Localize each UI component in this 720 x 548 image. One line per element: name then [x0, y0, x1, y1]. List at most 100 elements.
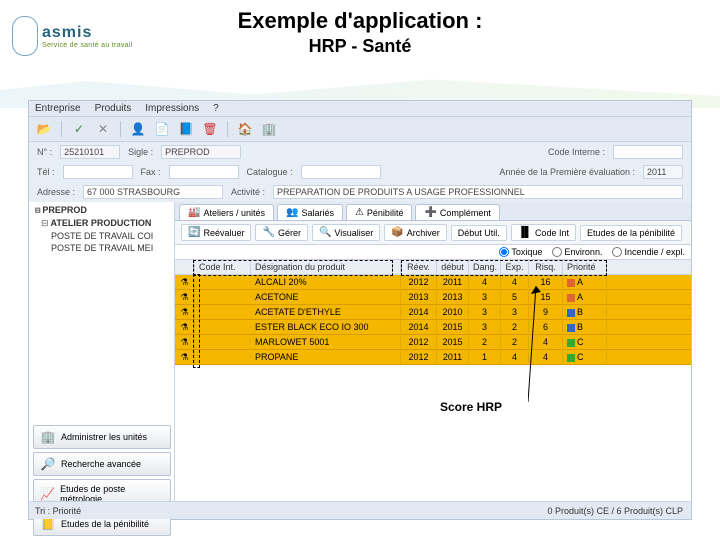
annee-label: Année de la Première évaluation : [499, 167, 635, 177]
col-icon[interactable] [175, 260, 195, 274]
grid-header: Code Int. Désignation du produit Réev. d… [175, 260, 691, 275]
menubar[interactable]: Entreprise Produits Impressions ? [29, 101, 691, 117]
refresh-icon: 🔄 [188, 227, 200, 238]
adresse-label: Adresse : [37, 187, 75, 197]
col-dang[interactable]: Dang. [469, 260, 501, 274]
statusbar: Tri : Priorité 0 Produit(s) CE / 6 Produ… [29, 501, 691, 519]
check-icon[interactable]: ✓ [70, 120, 88, 138]
table-row[interactable]: ⚗ESTER BLACK ECO IO 30020142015326B [175, 320, 691, 335]
archive-icon: 📦 [391, 227, 403, 238]
status-left: Tri : Priorité [29, 506, 547, 516]
tel-label: Tél : [37, 167, 55, 177]
fax-field[interactable] [169, 165, 239, 179]
col-codeint[interactable]: Code Int. [195, 260, 251, 274]
flask-icon: ⚗ [180, 337, 188, 347]
flask-icon: ⚗ [180, 322, 188, 332]
status-right: 0 Produit(s) CE / 6 Produit(s) CLP [547, 506, 691, 516]
table-row[interactable]: ⚗PROPANE20122011144C [175, 350, 691, 365]
col-exp[interactable]: Exp. [501, 260, 529, 274]
btn-etudes[interactable]: Etudes de la pénibilité [580, 225, 682, 241]
delete-icon[interactable]: 🗑 [201, 120, 219, 138]
tel-field[interactable] [63, 165, 133, 179]
col-priorite[interactable]: Priorité [563, 260, 607, 274]
activite-label: Activité : [231, 187, 265, 197]
tab-penibilite[interactable]: ⚠Pénibilité [346, 204, 413, 220]
catalogue-label: Catalogue : [247, 167, 293, 177]
open-icon[interactable]: 📂 [35, 120, 53, 138]
flask-icon: ⚗ [180, 352, 188, 362]
catalogue-field[interactable] [301, 165, 381, 179]
logo-text: asmis [42, 24, 133, 42]
menu-help[interactable]: ? [213, 103, 219, 114]
book-icon: 📒 [40, 517, 56, 531]
annee-field: 2011 [643, 165, 683, 179]
col-debut[interactable]: début [437, 260, 469, 274]
logo: asmis Service de santé au travail [12, 16, 133, 56]
tree-post-2[interactable]: POSTE DE TRAVAIL MEI [31, 242, 172, 254]
application-window: Entreprise Produits Impressions ? 📂 ✓ ✕ … [28, 100, 692, 520]
document-icon[interactable]: 📄 [153, 120, 171, 138]
btn-codeint[interactable]: ▐▌Code Int [511, 224, 576, 241]
filter-incendie[interactable]: Incendie / expl. [612, 247, 685, 257]
cancel-icon[interactable]: ✕ [94, 120, 112, 138]
info-row-2: Tél : Fax : Catalogue : Année de la Prem… [29, 162, 691, 182]
col-designation[interactable]: Désignation du produit [251, 260, 401, 274]
main-toolbar: 📂 ✓ ✕ 👤 📄 📘 🗑 🏠 🏢 [29, 117, 691, 142]
menu-produits[interactable]: Produits [95, 103, 132, 114]
tab-ateliers[interactable]: 🏭Ateliers / unités [179, 204, 274, 220]
btn-reevaluer[interactable]: 🔄Reévaluer [181, 224, 251, 241]
plus-icon: ➕ [424, 207, 436, 218]
menu-impressions[interactable]: Impressions [145, 103, 199, 114]
codeint-field[interactable] [613, 145, 683, 159]
tree-root[interactable]: ⊟PREPROD [31, 204, 172, 217]
products-grid[interactable]: Code Int. Désignation du produit Réev. d… [175, 260, 691, 508]
sigle-field: PREPROD [161, 145, 241, 159]
tree-post-1[interactable]: POSTE DE TRAVAIL COI [31, 230, 172, 242]
info-row-3: Adresse : 67 000 STRASBOURG Activité : P… [29, 182, 691, 202]
sub-toolbar: 🔄Reévaluer 🔧Gérer 🔍Visualiser 📦Archiver … [175, 221, 691, 245]
col-reev[interactable]: Réev. [401, 260, 437, 274]
btn-archiver[interactable]: 📦Archiver [384, 224, 446, 241]
menu-entreprise[interactable]: Entreprise [35, 103, 81, 114]
tab-complement[interactable]: ➕Complément [415, 204, 499, 220]
filter-toxique[interactable]: Toxique [499, 247, 542, 257]
activite-field[interactable]: PREPARATION DE PRODUITS A USAGE PROFESSI… [273, 185, 683, 199]
table-row[interactable]: ⚗ACETONE201320133515A [175, 290, 691, 305]
wrench-icon: 🔧 [262, 227, 274, 238]
chart-icon: 📈 [40, 487, 55, 501]
info-row-1: N° : 25210101 Sigle : PREPROD Code Inter… [29, 142, 691, 162]
users-icon: 👥 [286, 207, 298, 218]
filter-environn[interactable]: Environn. [552, 247, 602, 257]
table-row[interactable]: ⚗ACETATE D'ETHYLE20142010339B [175, 305, 691, 320]
score-annotation: Score HRP [440, 400, 502, 414]
logo-icon [12, 16, 38, 56]
arrow-icon [528, 278, 588, 408]
table-row[interactable]: ⚗MARLOWET 500120122015224C [175, 335, 691, 350]
user-icon[interactable]: 👤 [129, 120, 147, 138]
home-icon[interactable]: 🏠 [236, 120, 254, 138]
codeint-label: Code Interne : [548, 147, 605, 157]
btn-visualiser[interactable]: 🔍Visualiser [312, 224, 380, 241]
company-icon[interactable]: 🏢 [260, 120, 278, 138]
tree-unit[interactable]: ⊟ATELIER PRODUCTION [31, 217, 172, 230]
eye-icon: 🔍 [319, 227, 331, 238]
filter-row: Toxique Environn. Incendie / expl. [175, 245, 691, 260]
btn-recherche[interactable]: 🔎Recherche avancée [33, 452, 171, 476]
col-risq[interactable]: Risq. [529, 260, 563, 274]
factory-icon: 🏭 [188, 207, 200, 218]
flask-icon: ⚗ [180, 292, 188, 302]
search-icon: 🔎 [40, 457, 56, 471]
btn-gerer[interactable]: 🔧Gérer [255, 224, 307, 241]
flask-icon: ⚗ [180, 307, 188, 317]
grid-body: ⚗ALCALI 20%201220114416A⚗ACETONE20132013… [175, 275, 691, 365]
adresse-field[interactable]: 67 000 STRASBOURG [83, 185, 223, 199]
num-field: 25210101 [60, 145, 120, 159]
logo-subtitle: Service de santé au travail [42, 42, 133, 49]
btn-admin-unites[interactable]: 🏢Administrer les unités [33, 425, 171, 449]
folder-icon[interactable]: 📘 [177, 120, 195, 138]
table-row[interactable]: ⚗ALCALI 20%201220114416A [175, 275, 691, 290]
tab-salaries[interactable]: 👥Salariés [277, 204, 343, 220]
left-actions: 🏢Administrer les unités 🔎Recherche avanc… [29, 421, 175, 540]
btn-debut[interactable]: Début Util. [451, 225, 507, 241]
tabs: 🏭Ateliers / unités 👥Salariés ⚠Pénibilité… [175, 202, 691, 221]
